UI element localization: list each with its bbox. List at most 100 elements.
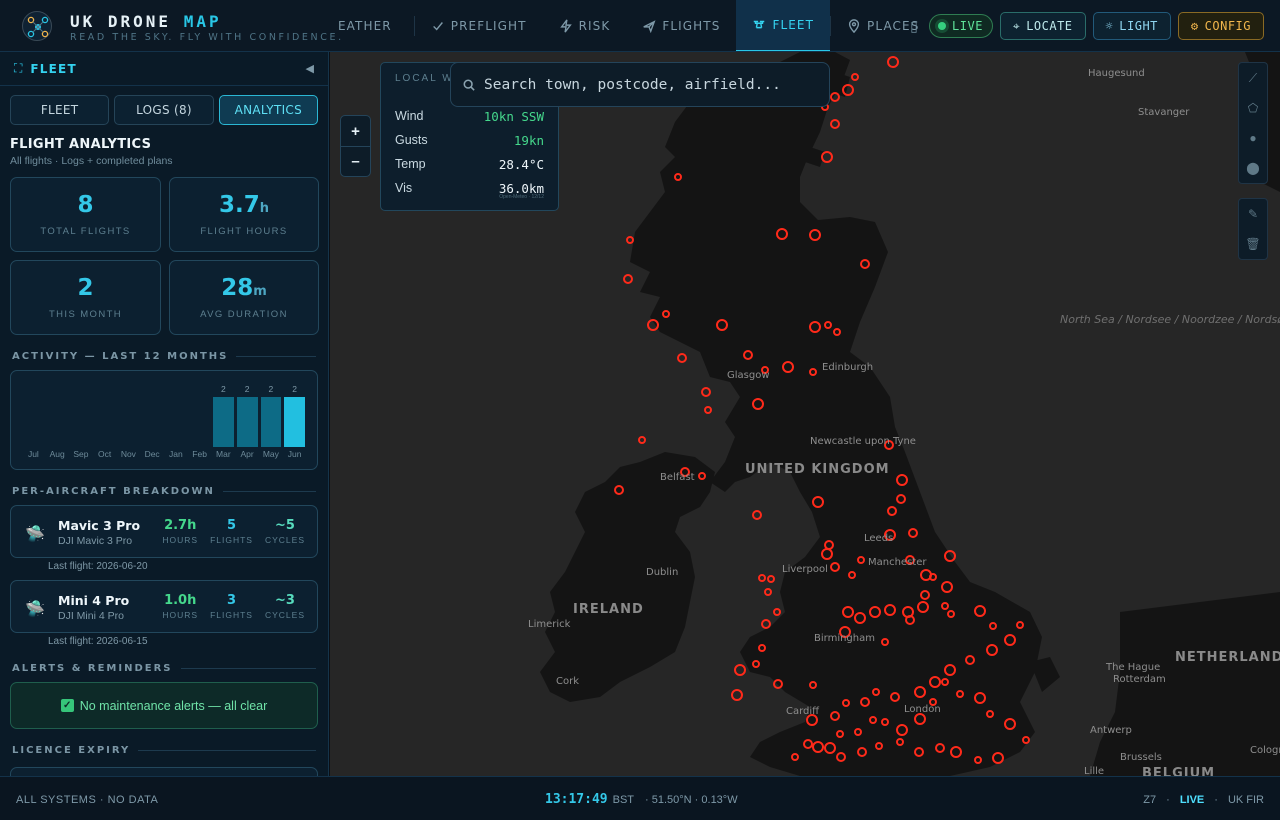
light-mode-button[interactable]: ☼ LIGHT — [1092, 12, 1171, 40]
checkmark-icon: ✓ — [60, 699, 74, 712]
sidebar-header: ⛶ FLEET ◀ — [0, 52, 328, 86]
licence-section-title: LICENCE EXPIRY — [0, 729, 328, 756]
restricted-zone[interactable] — [731, 689, 743, 701]
label-north-sea: North Sea / Nordsee / Noordzee / Nordsøe… — [1060, 313, 1280, 326]
clock: 13:17:49 BST · 51.50°N · 0.13°W — [545, 792, 738, 807]
restricted-zone[interactable] — [851, 73, 859, 81]
zoom-level: Z7 — [1143, 794, 1157, 806]
restricted-zone[interactable] — [752, 510, 762, 520]
label-city: Cork — [556, 676, 580, 687]
analytics-subtitle: All flights · Logs + completed plans — [10, 155, 173, 167]
restricted-zone[interactable] — [704, 406, 712, 414]
restricted-zone[interactable] — [758, 574, 766, 582]
locate-button[interactable]: ⌖ LOCATE — [999, 12, 1086, 40]
restricted-zone[interactable] — [701, 387, 711, 397]
zoom-in-button[interactable]: + — [341, 116, 370, 146]
config-button[interactable]: ⚙ CONFIG — [1177, 12, 1264, 40]
gear-icon: ⚙ — [1190, 19, 1199, 33]
live-toggle[interactable]: LIVE — [929, 14, 993, 38]
sun-icon: ☼ — [1105, 19, 1114, 33]
fir-region: UK FIR — [1227, 794, 1264, 806]
activity-bar-apr: 2 Apr — [236, 381, 258, 459]
weather-row-temp: Temp 28.4°C — [395, 157, 544, 172]
restricted-zone[interactable] — [623, 274, 633, 284]
label-city: Manchester — [868, 557, 927, 568]
restricted-zone[interactable] — [767, 575, 775, 583]
cursor-coordinates: · 51.50°N · 0.13°W — [645, 794, 738, 806]
label-city: London — [904, 704, 941, 715]
flights-label: FLIGHTS — [210, 535, 253, 545]
draw-marker-icon[interactable]: ⬤ — [1239, 153, 1267, 183]
label-city: Glasgow — [727, 370, 770, 381]
map-view[interactable]: UNITED KINGDOM IRELAND NETHERLANDS BELGI… — [330, 52, 1280, 776]
main-nav: EATHER PREFLIGHT RISK FLIGHTS FLEET PLAC… — [330, 0, 942, 51]
document-icon[interactable]: ▯ — [906, 17, 922, 35]
cycles-value: ~5 — [275, 518, 295, 533]
draw-polygon-icon[interactable]: ⬠ — [1239, 93, 1267, 123]
edit-icon[interactable]: ✎ — [1239, 199, 1267, 229]
check-icon — [432, 22, 443, 31]
brand[interactable]: UK DRONE MAP READ THE SKY. FLY WITH CONF… — [22, 11, 341, 43]
tab-fleet[interactable]: FLEET — [736, 0, 831, 51]
label-city: Lille — [1084, 766, 1105, 776]
label-city: Cologne — [1250, 745, 1280, 756]
tab-fleet-list[interactable]: FLEET — [10, 95, 110, 125]
restricted-zone[interactable] — [638, 436, 646, 444]
activity-bar-sep: Sep — [73, 449, 89, 459]
stats-grid: 8 TOTAL FLIGHTS 3.7h FLIGHT HOURS 2 THIS… — [0, 167, 328, 335]
sidebar-title: FLEET — [30, 61, 77, 76]
status-right: Z7 · LIVE · UK FIR — [1143, 794, 1264, 806]
stat-avg-duration: 28m AVG DURATION — [169, 260, 319, 335]
aircraft-model: DJI Mavic 3 Pro — [58, 535, 133, 547]
label-city: Haugesund — [1088, 68, 1145, 79]
restricted-zone[interactable] — [626, 236, 634, 244]
aircraft-card-mavic[interactable]: 🛸 Mavic 3 Pro DJI Mavic 3 Pro 2.7h HOURS … — [10, 505, 318, 558]
trash-icon[interactable]: 🗑 — [1239, 229, 1267, 259]
restricted-zone[interactable] — [773, 608, 781, 616]
label-city: Edinburgh — [822, 362, 874, 373]
flights-value: 3 — [227, 593, 237, 608]
restricted-zone[interactable] — [764, 588, 772, 596]
live-status: LIVE — [1179, 794, 1205, 806]
collapse-icon[interactable]: ◀ — [306, 62, 314, 75]
search-input[interactable] — [484, 76, 814, 93]
aircraft-model: DJI Mini 4 Pro — [58, 610, 124, 622]
activity-bars: Jul Aug Sep Oct Nov Dec Jan Feb 2 Mar 2 Apr 2 May 2 Jun — [23, 381, 305, 459]
alerts-section-title: ALERTS & REMINDERS — [0, 647, 328, 674]
activity-bar-jul: Jul — [27, 449, 39, 459]
tab-flights[interactable]: FLIGHTS — [626, 0, 736, 51]
draw-circle-icon[interactable]: ● — [1239, 123, 1267, 153]
activity-bar-may: 2 May — [260, 381, 282, 459]
licence-card — [10, 767, 318, 776]
restricted-zone[interactable] — [761, 619, 771, 629]
restricted-zone[interactable] — [734, 664, 746, 676]
maintenance-alert-ok: ✓ No maintenance alerts — all clear — [10, 682, 318, 729]
draw-line-icon[interactable]: ⟋ — [1239, 63, 1267, 93]
tab-analytics[interactable]: ANALYTICS — [218, 95, 318, 125]
clock-timezone: BST — [612, 794, 635, 806]
tab-preflight[interactable]: PREFLIGHT — [415, 0, 543, 51]
restricted-zone[interactable] — [887, 56, 899, 68]
tab-weather[interactable]: EATHER — [330, 0, 414, 51]
restricted-zone[interactable] — [821, 151, 833, 163]
app-title: UK DRONE MAP — [70, 12, 222, 31]
restricted-zone[interactable] — [677, 353, 687, 363]
fleet-sidebar: ⛶ FLEET ◀ FLEET LOGS (8) ANALYTICS FLIGH… — [0, 52, 329, 776]
label-city: Leeds — [864, 533, 894, 544]
weather-attribution: Open-Meteo · 12/12 — [499, 194, 544, 200]
last-flight-mavic: Last flight: 2026-06-20 — [48, 561, 148, 572]
last-flight-mini: Last flight: 2026-06-15 — [48, 636, 148, 647]
pin-icon — [848, 19, 860, 33]
status-bar: ALL SYSTEMS · NO DATA 13:17:49 BST · 51.… — [0, 776, 1280, 820]
label-uk: UNITED KINGDOM — [745, 462, 890, 477]
label-city: Belfast — [660, 472, 695, 483]
aircraft-card-mini[interactable]: 🛸 Mini 4 Pro DJI Mini 4 Pro 1.0h HOURS 3 F… — [10, 580, 318, 633]
tab-logs[interactable]: LOGS (8) — [114, 95, 214, 125]
activity-chart: Jul Aug Sep Oct Nov Dec Jan Feb 2 Mar 2 Apr 2 May 2 Jun — [10, 370, 318, 470]
drone-icon: ⛶ — [14, 61, 23, 75]
zoom-out-button[interactable]: – — [341, 146, 370, 176]
weather-row-gusts: Gusts 19kn — [395, 133, 544, 148]
sidebar-tabs: FLEET LOGS (8) ANALYTICS — [0, 86, 328, 125]
restricted-zone[interactable] — [830, 119, 840, 129]
tab-risk[interactable]: RISK — [543, 0, 627, 51]
